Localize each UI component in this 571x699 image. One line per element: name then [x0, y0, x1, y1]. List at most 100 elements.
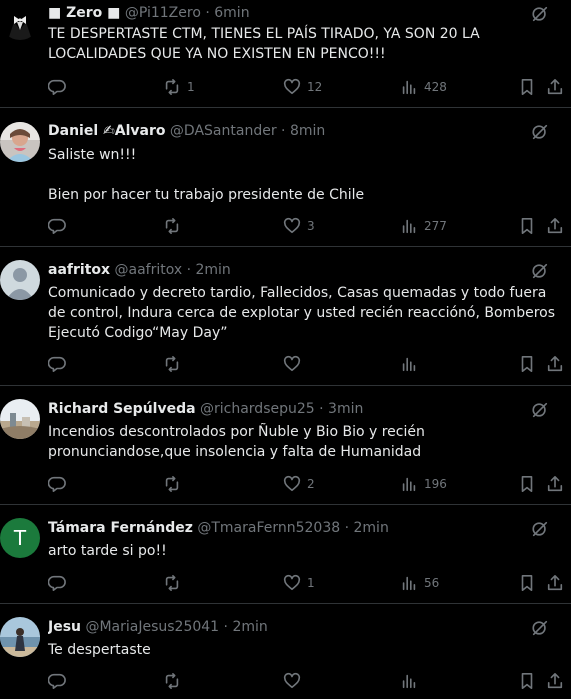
share-button[interactable] — [546, 354, 564, 374]
share-button[interactable] — [546, 77, 564, 97]
user-handle[interactable]: @MariaJesus25041 — [85, 619, 219, 635]
timestamp[interactable]: 8min — [290, 123, 325, 139]
display-name[interactable]: Richard Sepúlveda — [48, 401, 196, 417]
bookmark-icon — [521, 475, 533, 493]
views-button[interactable]: 277 — [400, 216, 447, 236]
reply-button[interactable] — [48, 573, 72, 593]
bookmark-button[interactable] — [518, 77, 536, 97]
reply-icon — [48, 218, 66, 235]
analytics-icon — [402, 477, 416, 492]
share-icon — [547, 574, 563, 591]
user-handle[interactable]: @richardsepu25 — [200, 401, 315, 417]
retweet-button[interactable] — [163, 216, 187, 236]
like-button[interactable] — [283, 671, 307, 691]
display-name[interactable]: Jesu — [48, 619, 81, 635]
display-name[interactable]: aafritox — [48, 262, 110, 278]
heart-icon — [283, 672, 301, 689]
avatar[interactable] — [0, 0, 40, 40]
like-button[interactable]: 1 — [283, 573, 315, 593]
share-button[interactable] — [546, 573, 564, 593]
user-handle[interactable]: @DASantander — [170, 123, 277, 139]
reply-button[interactable] — [48, 77, 72, 97]
avatar[interactable] — [0, 260, 40, 300]
avatar[interactable] — [0, 399, 40, 439]
timestamp[interactable]: 2min — [196, 262, 231, 278]
separator-dot: · — [281, 123, 286, 139]
views-button[interactable] — [400, 354, 424, 374]
bookmark-icon — [521, 574, 533, 592]
tweet-text: TE DESPERTASTE CTM, TIENES EL PAÍS TIRAD… — [48, 26, 485, 62]
share-icon — [547, 475, 563, 492]
person-photo-avatar-image — [0, 122, 40, 162]
grok-icon[interactable] — [531, 5, 549, 23]
user-handle[interactable]: @Pi11Zero — [125, 5, 201, 21]
reply-button[interactable] — [48, 354, 72, 374]
retweet-button[interactable] — [163, 573, 187, 593]
reply-button[interactable] — [48, 216, 72, 236]
action-bar: 3 277 — [48, 216, 565, 236]
views-button[interactable]: 428 — [400, 77, 447, 97]
bookmark-button[interactable] — [518, 354, 536, 374]
view-count: 196 — [424, 477, 447, 491]
action-bar: 1 56 — [48, 573, 565, 593]
display-name-suffix: ■ — [102, 5, 121, 21]
separator-dot: · — [344, 520, 350, 536]
display-name[interactable]: Zero — [66, 5, 102, 21]
views-button[interactable]: 56 — [400, 573, 439, 593]
views-button[interactable]: 196 — [400, 474, 447, 494]
heart-icon — [283, 217, 301, 234]
avatar[interactable] — [0, 617, 40, 657]
grok-icon[interactable] — [531, 401, 549, 419]
tweet[interactable]: Jesu @MariaJesus25041 · 2min Te desperta… — [0, 604, 571, 699]
share-button[interactable] — [546, 474, 564, 494]
bookmark-button[interactable] — [518, 216, 536, 236]
like-button[interactable] — [283, 354, 307, 374]
user-handle[interactable]: @aafritox — [114, 262, 182, 278]
retweet-button[interactable] — [163, 474, 187, 494]
like-button[interactable]: 12 — [283, 77, 322, 97]
bookmark-button[interactable] — [518, 671, 536, 691]
grok-icon[interactable] — [531, 123, 549, 141]
bookmark-button[interactable] — [518, 474, 536, 494]
reply-icon — [48, 79, 66, 96]
share-icon — [547, 355, 563, 372]
timestamp[interactable]: 2min — [232, 619, 267, 635]
bookmark-icon — [521, 672, 533, 690]
retweet-button[interactable] — [163, 354, 187, 374]
tweet[interactable]: aafritox @aafritox · 2min Comunicado y d… — [0, 247, 571, 386]
avatar[interactable]: T — [0, 518, 40, 558]
grok-icon[interactable] — [531, 262, 549, 280]
like-button[interactable]: 3 — [283, 216, 315, 236]
reply-button[interactable] — [48, 671, 72, 691]
view-count: 56 — [424, 576, 440, 590]
user-handle[interactable]: @TmaraFernn52038 — [197, 520, 340, 536]
grok-icon[interactable] — [531, 520, 549, 538]
view-count: 428 — [424, 80, 447, 94]
tweet[interactable]: Richard Sepúlveda @richardsepu25 · 3min … — [0, 386, 571, 505]
bookmark-button[interactable] — [518, 573, 536, 593]
heart-icon — [283, 574, 301, 591]
share-icon — [547, 78, 563, 95]
retweet-button[interactable] — [163, 671, 187, 691]
timestamp[interactable]: 6min — [214, 5, 249, 21]
display-name[interactable]: Támara Fernández — [48, 520, 193, 536]
tweet[interactable]: ■ Zero ■ @Pi11Zero · 6min TE DESPERTASTE… — [0, 0, 571, 108]
tweet[interactable]: T Támara Fernández @TmaraFernn52038 · 2m… — [0, 505, 571, 604]
avatar[interactable] — [0, 122, 40, 162]
views-button[interactable] — [400, 671, 424, 691]
heart-icon — [283, 355, 301, 372]
share-button[interactable] — [546, 216, 564, 236]
like-button[interactable]: 2 — [283, 474, 315, 494]
grok-icon[interactable] — [531, 619, 549, 637]
reply-button[interactable] — [48, 474, 72, 494]
tweet[interactable]: Daniel ✍︎Alvaro @DASantander · 8min Sali… — [0, 108, 571, 247]
retweet-button[interactable]: 1 — [163, 77, 195, 97]
like-count: 2 — [307, 477, 315, 491]
timestamp[interactable]: 3min — [328, 401, 363, 417]
share-button[interactable] — [546, 671, 564, 691]
action-bar — [48, 354, 565, 374]
display-name[interactable]: Daniel ✍︎Alvaro — [48, 123, 165, 139]
tweet-text: Te despertaste — [48, 642, 151, 658]
analytics-icon — [402, 219, 416, 234]
timestamp[interactable]: 2min — [354, 520, 389, 536]
